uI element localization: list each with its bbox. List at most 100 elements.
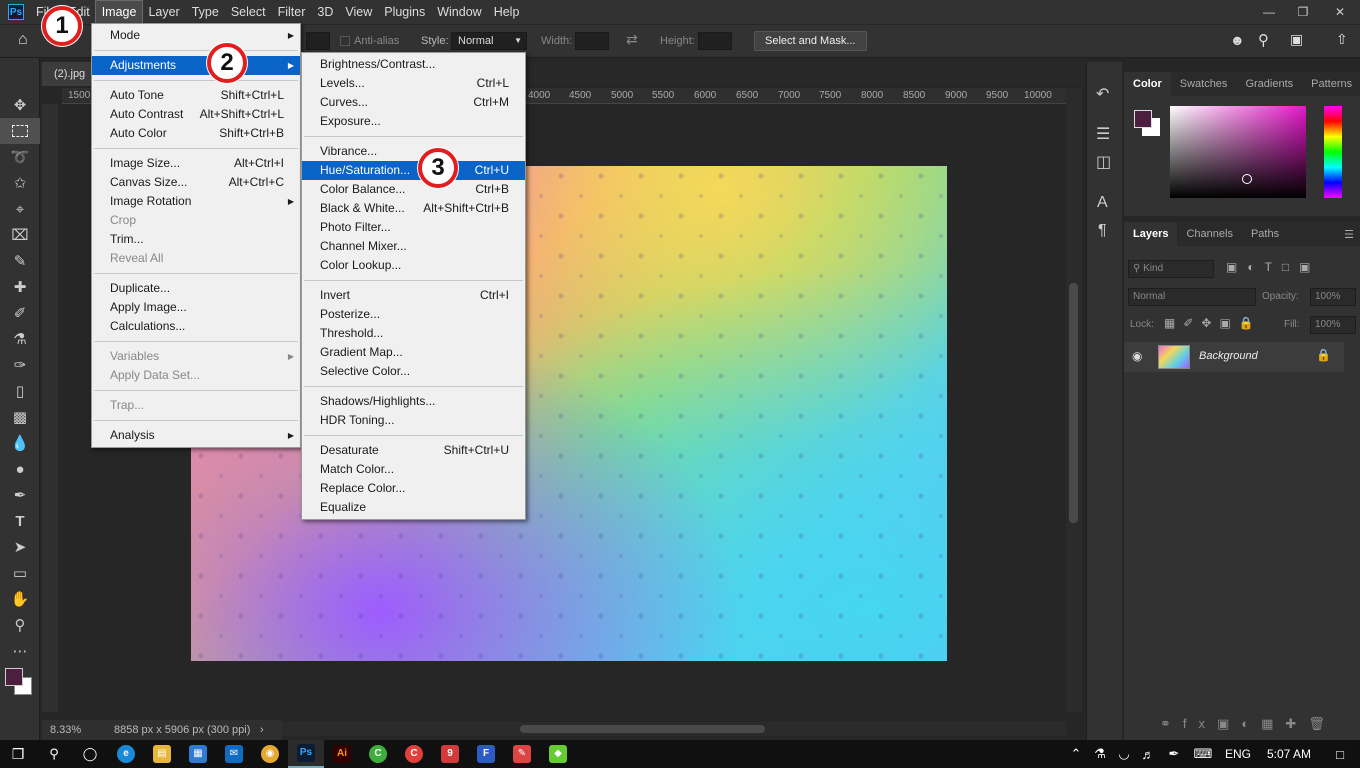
adjustments-item-black-white[interactable]: Black & White... Alt+Shift+Ctrl+B (302, 199, 525, 218)
wifi-icon[interactable]: ◡ (1112, 740, 1136, 768)
usb-icon[interactable]: ⚗ (1088, 740, 1112, 768)
visibility-eye-icon[interactable]: ◉ (1132, 349, 1142, 363)
foreground-color-chip[interactable] (1134, 110, 1152, 128)
close-icon[interactable]: ✕ (1320, 5, 1360, 19)
green-app-icon[interactable]: C (360, 740, 396, 768)
restore-icon[interactable]: ❐ (1286, 5, 1320, 19)
image-menu-item-auto-tone[interactable]: Auto Tone Shift+Ctrl+L (92, 86, 300, 105)
share-icon[interactable]: ⇧ (1336, 31, 1348, 48)
crop-tool-icon[interactable]: ⌖ (0, 196, 40, 222)
color-field[interactable] (1170, 106, 1306, 198)
antialias-checkbox[interactable] (340, 36, 350, 46)
libraries-icon[interactable]: ◫ (1096, 152, 1111, 172)
paragraph-icon[interactable]: ¶ (1098, 222, 1107, 240)
tab-paths[interactable]: Paths (1242, 222, 1288, 246)
task-view-icon[interactable]: ◯ (72, 740, 108, 768)
red-app-icon[interactable]: C (396, 740, 432, 768)
feather-field[interactable] (306, 32, 330, 50)
layer-kind-filter[interactable]: ⚲ Kind (1128, 260, 1214, 278)
adjustments-item-photo-filter[interactable]: Photo Filter... (302, 218, 525, 237)
keyboard-icon[interactable]: ⌨ (1188, 740, 1218, 768)
adjustments-item-shadows-highlights[interactable]: Shadows/Highlights... (302, 392, 525, 411)
menu-filter[interactable]: Filter (272, 1, 312, 23)
adjustments-item-channel-mixer[interactable]: Channel Mixer... (302, 237, 525, 256)
menu-window[interactable]: Window (431, 1, 487, 23)
image-menu-item-mode[interactable]: Mode ▶ (92, 26, 300, 45)
tab-layers[interactable]: Layers (1124, 222, 1178, 246)
properties-icon[interactable]: ☰ (1096, 124, 1110, 144)
adjustments-item-replace-color[interactable]: Replace Color... (302, 479, 525, 498)
hue-slider[interactable] (1324, 106, 1342, 198)
adjustments-item-match-color[interactable]: Match Color... (302, 460, 525, 479)
dodge-tool-icon[interactable]: ● (0, 456, 40, 482)
image-menu-item-canvas-size[interactable]: Canvas Size... Alt+Ctrl+C (92, 173, 300, 192)
clock[interactable]: 5:07 AM (1258, 740, 1320, 768)
adjustments-item-gradient-map[interactable]: Gradient Map... (302, 343, 525, 362)
adjustments-item-vibrance[interactable]: Vibrance... (302, 142, 525, 161)
opacity-field[interactable]: 100% (1310, 288, 1356, 306)
adjustments-item-brightness-contrast[interactable]: Brightness/Contrast... (302, 55, 525, 74)
adjustments-item-posterize[interactable]: Posterize... (302, 305, 525, 324)
image-menu-item-image-rotation[interactable]: Image Rotation ▶ (92, 192, 300, 211)
marquee-tool-icon[interactable] (0, 118, 40, 144)
adjustments-item-color-balance[interactable]: Color Balance... Ctrl+B (302, 180, 525, 199)
blend-mode-select[interactable]: Normal (1128, 288, 1256, 306)
image-menu-item-auto-color[interactable]: Auto Color Shift+Ctrl+B (92, 124, 300, 143)
adjustments-item-color-lookup[interactable]: Color Lookup... (302, 256, 525, 275)
store-app-icon[interactable]: ▦ (180, 740, 216, 768)
edge-app-icon[interactable]: e (108, 740, 144, 768)
more-tools-icon[interactable]: ⋯ (0, 638, 40, 664)
height-field[interactable] (698, 32, 732, 50)
vertical-scroll-thumb[interactable] (1069, 283, 1078, 523)
pen-icon[interactable]: ✒ (1160, 740, 1188, 768)
swap-icon[interactable]: ⇄ (626, 31, 638, 48)
file-explorer-app-icon[interactable]: ▤ (144, 740, 180, 768)
tab-channels[interactable]: Channels (1177, 222, 1241, 246)
eraser-tool-icon[interactable]: ▯ (0, 378, 40, 404)
menu-help[interactable]: Help (488, 1, 526, 23)
frame-tool-icon[interactable]: ⌧ (0, 222, 40, 248)
lock-icons[interactable]: ▦✐✥▣🔒 (1164, 316, 1262, 330)
illustrator-app-icon[interactable]: Ai (324, 740, 360, 768)
filter-icons[interactable]: ▣◐T□▣ (1226, 260, 1321, 274)
image-menu-item-duplicate[interactable]: Duplicate... (92, 279, 300, 298)
style-select[interactable]: Normal ▼ (451, 32, 527, 50)
zoom-tool-icon[interactable]: ⚲ (0, 612, 40, 638)
chevron-up-icon[interactable]: ⌃ (1064, 740, 1088, 768)
menu-select[interactable]: Select (225, 1, 272, 23)
adjustments-item-equalize[interactable]: Equalize (302, 498, 525, 517)
width-field[interactable] (575, 32, 609, 50)
tab-swatches[interactable]: Swatches (1171, 72, 1237, 96)
home-icon[interactable]: ⌂ (18, 31, 28, 49)
layer-name[interactable]: Background (1199, 350, 1258, 362)
menu-layer[interactable]: Layer (142, 1, 185, 23)
layers-footer-icons[interactable]: ⚭fx▣◐▦✚🗑 (1160, 716, 1337, 732)
mail-app-icon[interactable]: ✉ (216, 740, 252, 768)
menu-image[interactable]: Image (94, 0, 144, 24)
calendar-app-icon[interactable]: 9 (432, 740, 468, 768)
menu-type[interactable]: Type (186, 1, 225, 23)
history-icon[interactable]: ↶ (1096, 84, 1109, 104)
hand-tool-icon[interactable]: ✋ (0, 586, 40, 612)
adjustments-item-levels[interactable]: Levels... Ctrl+L (302, 74, 525, 93)
rectangle-tool-icon[interactable]: ▭ (0, 560, 40, 586)
menu-plugins[interactable]: Plugins (378, 1, 431, 23)
lasso-tool-icon[interactable]: ➰ (0, 144, 40, 170)
adjustments-item-exposure[interactable]: Exposure... (302, 112, 525, 131)
minimize-icon[interactable]: — (1252, 5, 1286, 19)
blur-tool-icon[interactable]: 💧 (0, 430, 40, 456)
healing-brush-tool-icon[interactable]: ✚ (0, 274, 40, 300)
adjustments-item-threshold[interactable]: Threshold... (302, 324, 525, 343)
tab-patterns[interactable]: Patterns (1302, 72, 1360, 96)
language-indicator[interactable]: ENG (1218, 740, 1258, 768)
chevron-right-icon[interactable]: › (260, 720, 264, 740)
image-menu-item-calculations[interactable]: Calculations... (92, 317, 300, 336)
type-tool-icon[interactable]: T (0, 508, 40, 534)
menu-view[interactable]: View (339, 1, 378, 23)
search-icon[interactable]: ⚲ (36, 740, 72, 768)
eyedropper-tool-icon[interactable]: ✎ (0, 248, 40, 274)
adjustments-item-desaturate[interactable]: Desaturate Shift+Ctrl+U (302, 441, 525, 460)
clone-stamp-tool-icon[interactable]: ⚗ (0, 326, 40, 352)
adjustments-item-hue-saturation[interactable]: Hue/Saturation... Ctrl+U (302, 161, 525, 180)
image-menu-item-adjustments[interactable]: Adjustments ▶ (92, 56, 300, 75)
